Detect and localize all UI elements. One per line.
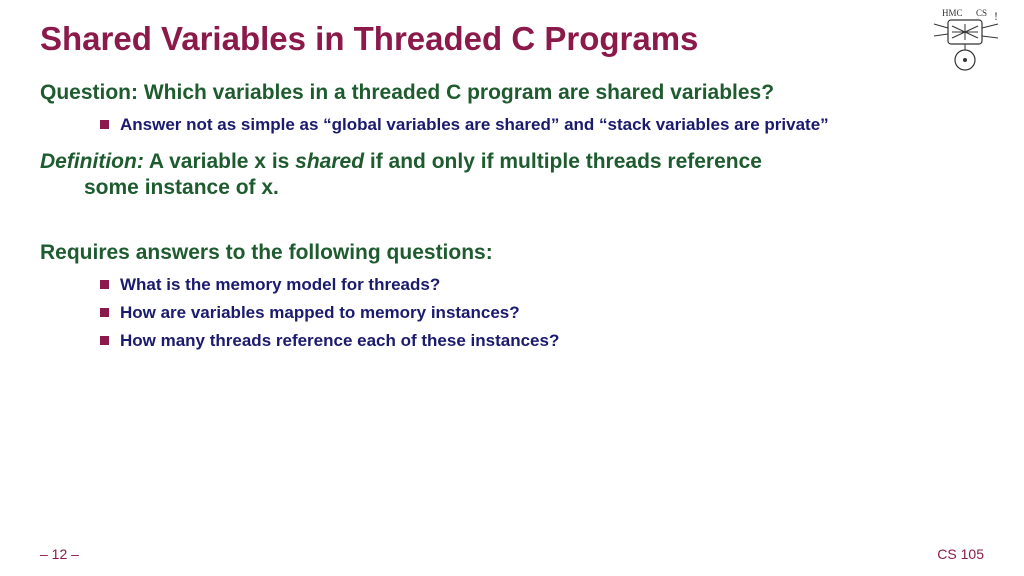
- definition-shared-word: shared: [295, 150, 364, 173]
- definition-label: Definition:: [40, 150, 144, 173]
- slide-content: Shared Variables in Threaded C Programs …: [0, 0, 1024, 353]
- course-code: CS 105: [937, 546, 984, 562]
- svg-text:!: !: [994, 9, 998, 23]
- answer-bullet: Answer not as simple as “global variable…: [100, 114, 984, 137]
- requires-bullet: How many threads reference each of these…: [100, 330, 984, 353]
- definition-continuation: some instance of x.: [40, 175, 984, 201]
- requires-bullet: How are variables mapped to memory insta…: [100, 302, 984, 325]
- requires-bullet: What is the memory model for threads?: [100, 274, 984, 297]
- slide-footer: – 12 – CS 105: [0, 546, 1024, 562]
- logo-text-cs: CS: [976, 8, 987, 18]
- requires-bullet-list: What is the memory model for threads? Ho…: [40, 274, 984, 353]
- definition-part2: if and only if multiple threads referenc…: [364, 150, 762, 173]
- page-number: – 12 –: [40, 546, 79, 562]
- slide-title: Shared Variables in Threaded C Programs: [40, 20, 984, 58]
- requires-heading: Requires answers to the following questi…: [40, 240, 984, 266]
- hmc-cs-logo: HMC CS !: [928, 6, 1006, 74]
- definition-part1: A variable x is: [144, 150, 295, 173]
- answer-bullet-list: Answer not as simple as “global variable…: [40, 114, 984, 137]
- logo-text-hmc: HMC: [942, 8, 963, 18]
- definition-heading: Definition: A variable x is shared if an…: [40, 149, 984, 202]
- question-heading: Question: Which variables in a threaded …: [40, 80, 984, 106]
